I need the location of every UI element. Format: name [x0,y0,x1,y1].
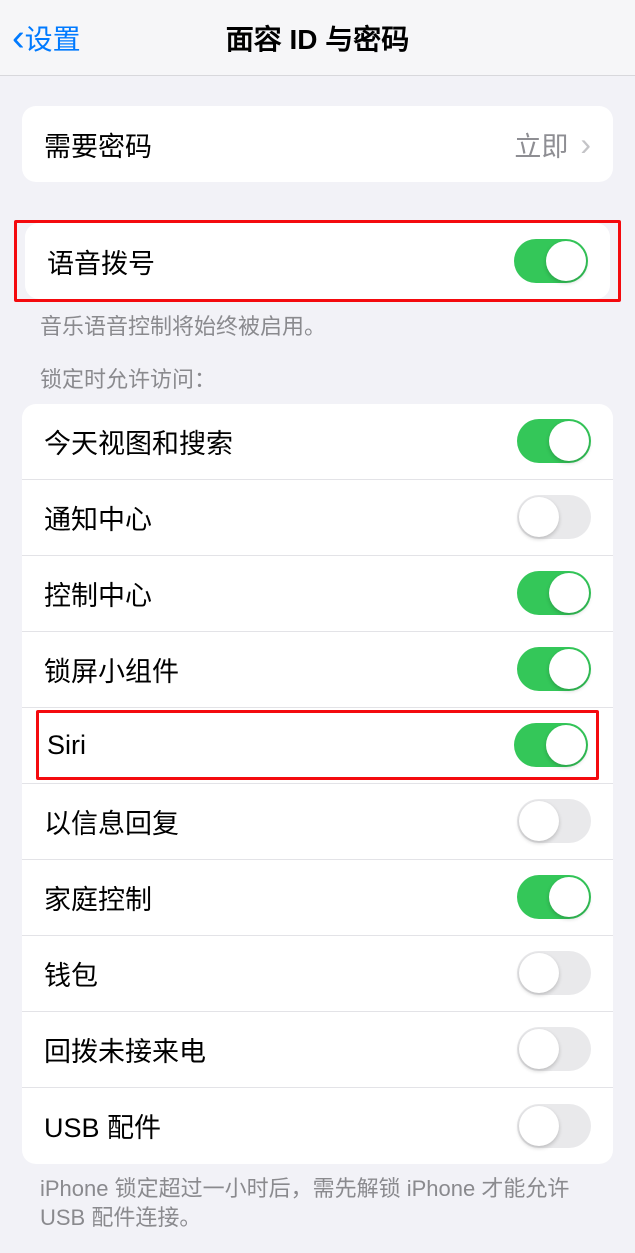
require-passcode-value: 立即 [514,125,568,164]
lock-access-toggle-回拨未接来电[interactable] [517,1027,591,1071]
lock-access-container: 今天视图和搜索通知中心控制中心锁屏小组件 Siri 以信息回复家庭控制钱包回拨未接来… [22,404,613,1164]
back-button[interactable]: ‹ 设置 [0,18,81,58]
lock-access-toggle-usb-配件[interactable] [517,1104,591,1148]
passcode-cell-container: 需要密码 立即 › [22,106,613,182]
page-title: 面容 ID 与密码 [0,18,635,58]
lock-access-item-锁屏小组件: 锁屏小组件 [22,632,613,708]
voice-dial-cell: 语音拨号 [25,223,610,299]
lock-access-toggle-siri[interactable] [514,723,588,767]
lock-access-item-回拨未接来电: 回拨未接来电 [22,1012,613,1088]
passcode-group: 需要密码 立即 › [0,106,635,182]
lock-access-toggle-以信息回复[interactable] [517,799,591,843]
voice-dial-cell-container: 语音拨号 [25,223,610,299]
toggle-knob [549,877,589,917]
lock-access-item-label: 家庭控制 [44,878,152,917]
lock-access-group: 锁定时允许访问： 今天视图和搜索通知中心控制中心锁屏小组件 Siri 以信息回复家庭… [0,362,635,1233]
toggle-knob [549,421,589,461]
lock-access-item-以信息回复: 以信息回复 [22,784,613,860]
toggle-knob [519,953,559,993]
voice-dial-toggle[interactable] [514,239,588,283]
settings-content: 需要密码 立即 › 语音拨号 音乐语音控制将始终被启用。 锁定时允许访问： [0,106,635,1233]
toggle-knob [519,801,559,841]
lock-access-toggle-钱包[interactable] [517,951,591,995]
toggle-knob [519,1029,559,1069]
lock-access-item-通知中心: 通知中心 [22,480,613,556]
lock-access-toggle-今天视图和搜索[interactable] [517,419,591,463]
lock-access-toggle-通知中心[interactable] [517,495,591,539]
voice-dial-highlight: 语音拨号 [14,220,621,302]
back-label: 设置 [25,18,81,58]
lock-access-item-label: 回拨未接来电 [44,1030,206,1069]
lock-access-item-钱包: 钱包 [22,936,613,1012]
voice-dial-footer: 音乐语音控制将始终被启用。 [0,302,635,342]
lock-access-header: 锁定时允许访问： [0,362,635,404]
lock-access-item-siri: Siri [22,708,613,784]
lock-access-toggle-家庭控制[interactable] [517,875,591,919]
lock-access-toggle-控制中心[interactable] [517,571,591,615]
lock-access-item-今天视图和搜索: 今天视图和搜索 [22,404,613,480]
require-passcode-cell[interactable]: 需要密码 立即 › [22,106,613,182]
lock-access-item-label: 钱包 [44,954,98,993]
chevron-right-icon: › [580,126,591,163]
toggle-knob [549,649,589,689]
toggle-knob [519,1106,559,1146]
toggle-knob [549,573,589,613]
siri-highlight: Siri [36,710,599,780]
lock-access-footer: iPhone 锁定超过一小时后，需先解锁 iPhone 才能允许USB 配件连接… [0,1164,635,1233]
lock-access-item-label: Siri [47,730,86,761]
toggle-knob [546,725,586,765]
toggle-knob [519,497,559,537]
navigation-header: ‹ 设置 面容 ID 与密码 [0,0,635,76]
lock-access-item-label: 今天视图和搜索 [44,422,233,461]
lock-access-item-label: 锁屏小组件 [44,650,179,689]
toggle-knob [546,241,586,281]
cell-right: 立即 › [514,125,591,164]
require-passcode-label: 需要密码 [44,125,152,164]
lock-access-item-label: 通知中心 [44,498,152,537]
lock-access-item-label: USB 配件 [44,1106,161,1145]
lock-access-item-家庭控制: 家庭控制 [22,860,613,936]
lock-access-item-控制中心: 控制中心 [22,556,613,632]
lock-access-item-usb-配件: USB 配件 [22,1088,613,1164]
voice-dial-label: 语音拨号 [47,242,155,281]
voice-dial-group: 语音拨号 音乐语音控制将始终被启用。 [0,220,635,342]
chevron-left-icon: ‹ [12,19,25,57]
lock-access-item-label: 控制中心 [44,574,152,613]
lock-access-item-label: 以信息回复 [44,802,179,841]
lock-access-toggle-锁屏小组件[interactable] [517,647,591,691]
